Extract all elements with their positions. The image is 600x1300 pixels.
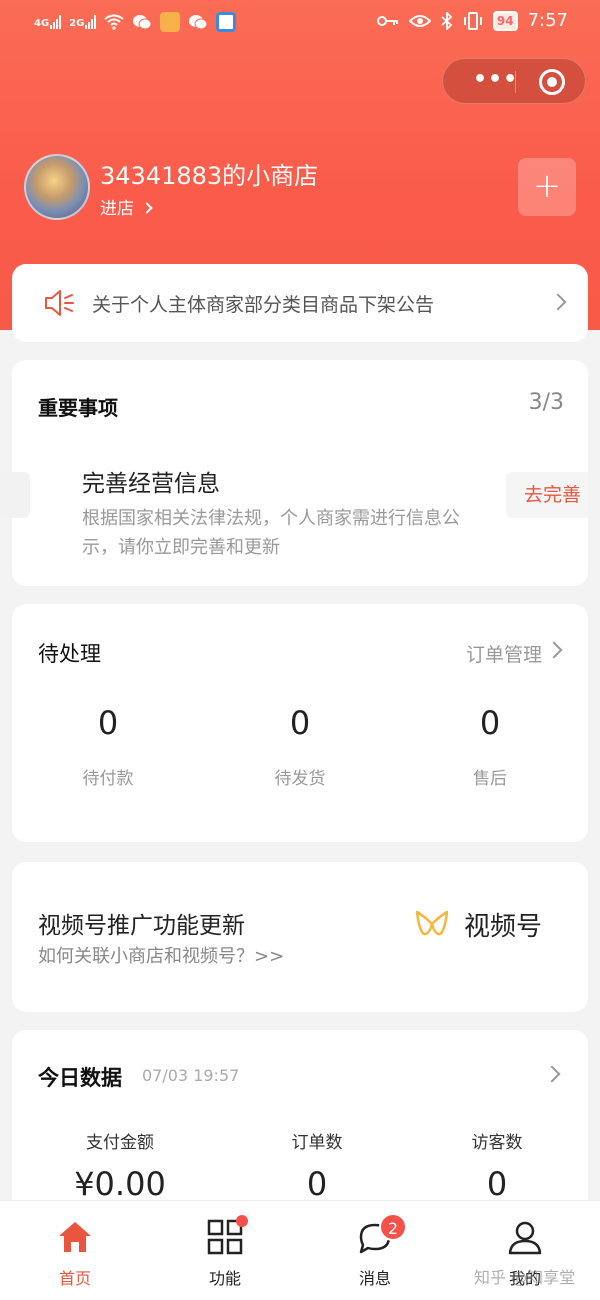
clock: 7:57 (527, 10, 568, 31)
stat-label: 订单数 (291, 1133, 343, 1153)
video-promo-title: 视频号推广功能更新 (38, 913, 245, 939)
vibrate-icon (463, 11, 482, 30)
tab-home[interactable]: 首页 (15, 1201, 135, 1300)
home-icon (59, 1222, 91, 1252)
stat-visitor-count[interactable]: 访客数 0 (407, 1128, 587, 1203)
enter-shop-link[interactable]: 进店 (100, 194, 154, 219)
eye-icon (408, 14, 431, 27)
complete-info-button[interactable]: 去完善 (506, 472, 588, 518)
stat-after-sales[interactable]: 0 售后 (430, 704, 550, 789)
video-app-icon (160, 12, 181, 32)
notification-dot (236, 1215, 248, 1227)
stat-awaiting-shipment[interactable]: 0 待发货 (240, 704, 360, 789)
important-card: 重要事项 3/3 完善经营信息 根据国家相关法律法规，个人商家需进行信息公示，请… (0, 360, 588, 586)
stat-label: 待付款 (82, 769, 134, 789)
pending-title: 待处理 (38, 642, 101, 666)
signal-icon: 2G (69, 15, 97, 29)
shop-name: 34341883的小商店 (100, 162, 319, 190)
today-title: 今日数据 (38, 1066, 122, 1090)
enter-shop-label: 进店 (100, 199, 134, 219)
stat-label: 访客数 (471, 1133, 523, 1153)
important-count: 3/3 (528, 390, 564, 415)
stat-label: 支付金额 (86, 1133, 154, 1153)
tab-label: 首页 (58, 1269, 91, 1288)
browser-app-icon (216, 12, 237, 32)
today-data-card: 今日数据 07/03 19:57 支付金额 ¥0.00 订单数 0 访客数 0 (12, 1030, 588, 1220)
wechat-icon (133, 15, 152, 30)
notice-card[interactable]: 关于个人主体商家部分类目商品下架公告 (12, 264, 588, 342)
today-date: 07/03 19:57 (142, 1066, 240, 1085)
video-promo-card[interactable]: 视频号推广功能更新 如何关联小商店和视频号？>> 视频号 (12, 862, 588, 1012)
channels-logo-icon (415, 910, 449, 936)
notice-text: 关于个人主体商家部分类目商品下架公告 (92, 294, 435, 316)
wechat-icon (189, 15, 208, 30)
key-icon (376, 15, 398, 26)
chevron-right-icon (545, 641, 563, 659)
stat-value: 0 (479, 704, 501, 742)
important-item-description: 根据国家相关法律法规，个人商家需进行信息公示，请你立即完善和更新 (82, 508, 460, 558)
close-target-icon[interactable] (539, 69, 565, 95)
bluetooth-icon (441, 11, 453, 30)
video-promo-subtitle[interactable]: 如何关联小商店和视频号？>> (38, 942, 284, 968)
user-icon (508, 1221, 542, 1255)
stat-payment-amount[interactable]: 支付金额 ¥0.00 (30, 1128, 210, 1203)
stat-awaiting-payment[interactable]: 0 待付款 (48, 704, 168, 789)
important-item-title: 完善经营信息 (82, 471, 220, 497)
chevron-right-icon[interactable] (543, 1065, 561, 1083)
pending-card: 待处理 订单管理 0 待付款 0 待发货 0 售后 (12, 604, 588, 842)
chevron-right-icon (549, 293, 567, 311)
stat-value: 0 (289, 704, 311, 742)
channels-brand-label: 视频号 (464, 912, 543, 942)
status-bar: 4G 2G 94 7:57 (0, 8, 600, 38)
miniprogram-capsule: ••• (442, 58, 586, 104)
tab-label: 消息 (358, 1269, 391, 1288)
stat-value: ¥0.00 (74, 1165, 166, 1203)
stat-order-count[interactable]: 订单数 0 (227, 1128, 407, 1203)
stat-label: 待发货 (274, 769, 326, 789)
capsule-divider (515, 71, 516, 93)
message-count-badge: 2 (379, 1213, 407, 1241)
status-left: 4G 2G (34, 12, 237, 32)
important-title: 重要事项 (38, 396, 118, 420)
stat-label: 售后 (473, 769, 507, 789)
tab-label: 功能 (208, 1269, 241, 1288)
signal-1-label: 4G (34, 18, 50, 29)
tab-messages[interactable]: 2 消息 (315, 1201, 435, 1300)
previous-item-peek[interactable] (0, 472, 30, 518)
status-right: 94 7:57 (376, 10, 568, 31)
watermark: 知乎 @知享堂 (474, 1268, 576, 1287)
more-icon[interactable]: ••• (473, 69, 518, 91)
battery-indicator: 94 (492, 10, 518, 31)
signal-icon: 4G (34, 15, 62, 29)
shop-avatar[interactable] (24, 154, 90, 220)
chevron-right-icon (141, 202, 154, 214)
stat-value: 0 (97, 704, 119, 742)
add-button[interactable]: + (518, 158, 576, 216)
stat-value: 0 (306, 1165, 328, 1203)
wifi-icon (104, 14, 124, 30)
speaker-icon (45, 290, 74, 316)
stat-value: 0 (486, 1165, 508, 1203)
signal-2-label: 2G (69, 18, 85, 29)
order-management-link[interactable]: 订单管理 (466, 640, 542, 667)
tab-functions[interactable]: 功能 (165, 1201, 285, 1300)
